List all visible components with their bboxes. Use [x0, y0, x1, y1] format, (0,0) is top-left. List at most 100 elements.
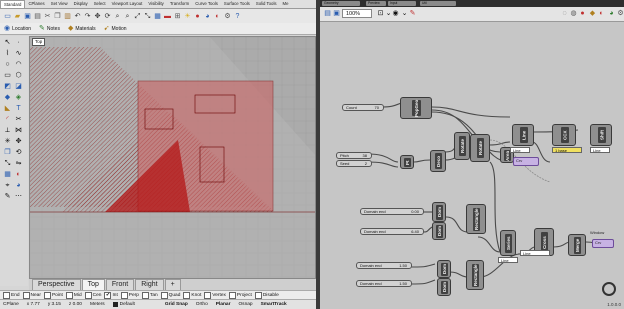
gh-navigation-compass-icon[interactable] [602, 282, 616, 296]
render-icon[interactable]: ◕ [203, 12, 212, 21]
viewport-title[interactable]: Top [32, 38, 46, 46]
panel-tab-notes[interactable]: ✎ Notes [39, 25, 60, 33]
layer-indicator[interactable]: Default [112, 302, 135, 307]
osnap-disable-checkbox[interactable]: Disable [254, 291, 279, 299]
gh-canvas[interactable]: PopGeo Line CCX Shift Rotate Rotate Pt D… [320, 22, 624, 309]
planar-toggle[interactable]: Planar [216, 302, 231, 307]
curve-icon[interactable]: ∿ [14, 49, 23, 58]
gh-param-panel[interactable]: Line [510, 147, 530, 153]
options-icon[interactable]: ⚙ [223, 12, 232, 21]
gh-solve-icon[interactable]: ◐ [597, 9, 606, 18]
gh-menu-preview[interactable]: Preview [366, 1, 386, 6]
osnap-end-checkbox[interactable]: End [3, 291, 20, 299]
tab-transform[interactable]: Transform [167, 0, 192, 8]
light-icon[interactable]: ☀ [183, 12, 192, 21]
view-tab-perspective[interactable]: Perspective [32, 279, 81, 290]
redo-icon[interactable]: ↷ [83, 12, 92, 21]
gh-component[interactable]: Dom [437, 260, 451, 278]
zoom-extents-icon[interactable]: ⤢ [133, 12, 142, 21]
point-icon[interactable]: · [14, 38, 23, 47]
gh-component[interactable]: Deco [430, 150, 446, 172]
tab-curve-tools[interactable]: Curve Tools [192, 0, 221, 8]
undo-icon[interactable]: ↶ [73, 12, 82, 21]
gh-save-icon[interactable]: ▣ [332, 9, 341, 18]
rotate-view-icon[interactable]: ⟳ [103, 12, 112, 21]
gh-number-slider[interactable]: Domain end 1.50 [356, 280, 412, 287]
gh-param-panel[interactable]: Line [498, 257, 518, 263]
pan-icon[interactable]: ✥ [93, 12, 102, 21]
tab-cplanes[interactable]: CPlanes [25, 0, 47, 8]
tab-visibility[interactable]: Visibility [145, 0, 166, 8]
grid-snap-toggle[interactable]: Grid Snap [165, 302, 188, 307]
view-tab-front[interactable]: Front [105, 279, 135, 290]
gh-component[interactable]: Rotate [454, 132, 470, 160]
gh-sketch-icon[interactable]: ✎ [408, 9, 417, 18]
osnap-perp-checkbox[interactable]: Perp [120, 291, 139, 299]
gh-number-slider[interactable]: Seed 2 [336, 160, 372, 167]
osnap-tan-checkbox[interactable]: Tan [141, 291, 158, 299]
gh-component[interactable]: Pt [400, 155, 414, 169]
gh-preview-wire-icon[interactable]: ◌ [560, 9, 569, 18]
gh-preview-selected-icon[interactable]: ● [578, 9, 587, 18]
dimension-icon[interactable]: ◣ [3, 104, 12, 113]
gh-menu-geometry[interactable]: Geometry [322, 1, 360, 6]
gh-bake-icon[interactable]: ◆ [588, 9, 597, 18]
paste-icon[interactable]: ▥ [63, 12, 72, 21]
help-icon[interactable]: ? [233, 12, 242, 21]
zoom-window-icon[interactable]: ⌕ [123, 12, 132, 21]
drafting-icon[interactable]: ✎ [3, 192, 12, 201]
gh-number-slider[interactable]: Domain end 1.50 [356, 262, 412, 269]
copy-icon[interactable]: ❐ [53, 12, 62, 21]
fillet-icon[interactable]: ◜ [3, 115, 12, 124]
gh-curve-param[interactable]: Crv [592, 239, 614, 248]
trim-icon[interactable]: ✂ [14, 115, 23, 124]
tab-display[interactable]: Display [71, 0, 91, 8]
solid-icon[interactable]: ◆ [3, 93, 12, 102]
new-file-icon[interactable]: ▭ [3, 12, 12, 21]
tab-viewport-layout[interactable]: Viewport Layout [109, 0, 146, 8]
gh-component[interactable]: Shift [590, 124, 612, 146]
gh-curve-param[interactable]: Crv [513, 157, 539, 166]
osnap-near-checkbox[interactable]: Near [22, 291, 41, 299]
osnap-point-checkbox[interactable]: Point [43, 291, 63, 299]
boolean-icon[interactable]: ◐ [14, 170, 23, 179]
select-arrow-icon[interactable]: ↖ [3, 38, 12, 47]
render-tool-icon[interactable]: ◕ [14, 181, 23, 190]
osnap-mid-checkbox[interactable]: Mid [65, 291, 82, 299]
properties-icon[interactable]: ⊞ [173, 12, 182, 21]
split-icon[interactable]: ⟂ [3, 126, 12, 135]
tab-standard[interactable]: Standard [0, 0, 26, 8]
extrude-icon[interactable]: ◪ [14, 82, 23, 91]
panel-tab-location[interactable]: ◉ Location [4, 25, 31, 33]
gh-component[interactable]: Dom [432, 222, 446, 240]
join-icon[interactable]: ⋈ [14, 126, 23, 135]
move-icon[interactable]: ✥ [14, 137, 23, 146]
cut-icon[interactable]: ✂ [43, 12, 52, 21]
gh-open-icon[interactable]: ▤ [323, 9, 332, 18]
gh-component[interactable]: Dom [432, 202, 446, 222]
gh-zoom-field[interactable]: 100% [342, 9, 372, 18]
open-file-icon[interactable]: ▰ [13, 12, 22, 21]
gh-more-icon[interactable]: ⚙ [616, 9, 624, 18]
osnap-quad-checkbox[interactable]: Quad [160, 291, 180, 299]
rotate-object-icon[interactable]: ⟲ [14, 148, 23, 157]
rectangle-icon[interactable]: ▭ [3, 71, 12, 80]
layer-icon[interactable]: ▬ [163, 12, 172, 21]
material-sphere-icon[interactable]: ● [193, 12, 202, 21]
ortho-toggle[interactable]: Ortho [196, 302, 208, 307]
gh-menu-input[interactable]: Input [388, 1, 416, 6]
gh-component[interactable]: Dom [437, 278, 451, 296]
gh-component[interactable]: Rectangle [466, 260, 484, 290]
gh-number-slider[interactable]: Domain end 0.00 [360, 208, 424, 215]
analyze-icon[interactable]: ⌖ [3, 181, 12, 190]
gh-component[interactable]: Rotate [470, 134, 490, 162]
gh-eye-icon[interactable]: ◉ [391, 9, 400, 18]
gh-recompute-icon[interactable]: ◕ [607, 9, 616, 18]
four-views-icon[interactable]: ▦ [153, 12, 162, 21]
gh-menu-util[interactable]: Util [420, 1, 456, 6]
gh-component[interactable]: CCX [552, 124, 576, 146]
surface-icon[interactable]: ◩ [3, 82, 12, 91]
smarttrack-toggle[interactable]: SmartTrack [261, 302, 287, 307]
gh-component[interactable]: Rectangle [466, 204, 486, 234]
tab-more[interactable]: Me [280, 0, 292, 8]
